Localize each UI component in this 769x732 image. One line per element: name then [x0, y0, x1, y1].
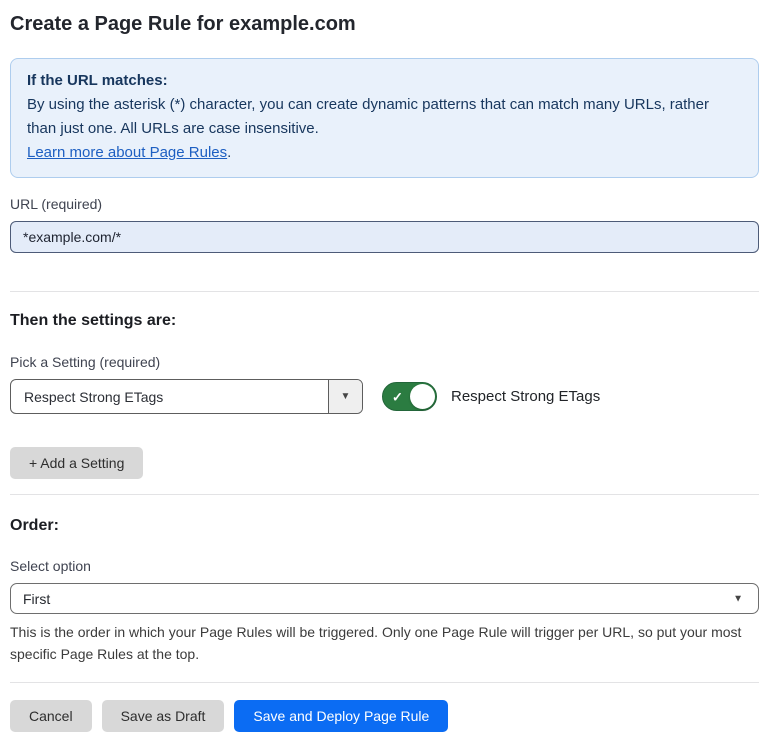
- cancel-button[interactable]: Cancel: [10, 700, 92, 732]
- info-box-heading: If the URL matches:: [27, 69, 742, 93]
- info-box-link-line: Learn more about Page Rules.: [27, 141, 742, 165]
- divider: [10, 682, 759, 683]
- divider: [10, 291, 759, 292]
- save-and-deploy-button[interactable]: Save and Deploy Page Rule: [234, 700, 448, 732]
- caret-down-icon: ▼: [328, 380, 362, 413]
- order-section-heading: Order:: [10, 516, 759, 536]
- select-option-label: Select option: [10, 558, 759, 575]
- url-input[interactable]: [10, 221, 759, 253]
- setting-toggle[interactable]: ✓: [382, 382, 437, 411]
- order-select[interactable]: First ▼: [10, 583, 759, 614]
- order-help-text: This is the order in which your Page Rul…: [10, 621, 759, 665]
- setting-toggle-label: Respect Strong ETags: [451, 388, 600, 405]
- url-matches-info-box: If the URL matches: By using the asteris…: [10, 58, 759, 178]
- footer-actions: Cancel Save as Draft Save and Deploy Pag…: [10, 700, 759, 732]
- add-setting-button[interactable]: + Add a Setting: [10, 447, 143, 479]
- order-select-value: First: [23, 591, 50, 607]
- caret-down-icon: ▼: [733, 593, 743, 604]
- check-icon: ✓: [392, 390, 403, 403]
- toggle-knob: [410, 384, 435, 409]
- setting-dropdown-value: Respect Strong ETags: [11, 380, 328, 413]
- page-title: Create a Page Rule for example.com: [10, 12, 759, 36]
- pick-setting-label: Pick a Setting (required): [10, 354, 759, 371]
- info-box-body: By using the asterisk (*) character, you…: [27, 93, 742, 141]
- link-period: .: [227, 144, 231, 161]
- save-as-draft-button[interactable]: Save as Draft: [102, 700, 225, 732]
- url-field-label: URL (required): [10, 196, 759, 213]
- learn-more-link[interactable]: Learn more about Page Rules: [27, 144, 227, 161]
- setting-dropdown[interactable]: Respect Strong ETags ▼: [10, 379, 363, 414]
- divider: [10, 494, 759, 495]
- settings-section-heading: Then the settings are:: [10, 311, 759, 331]
